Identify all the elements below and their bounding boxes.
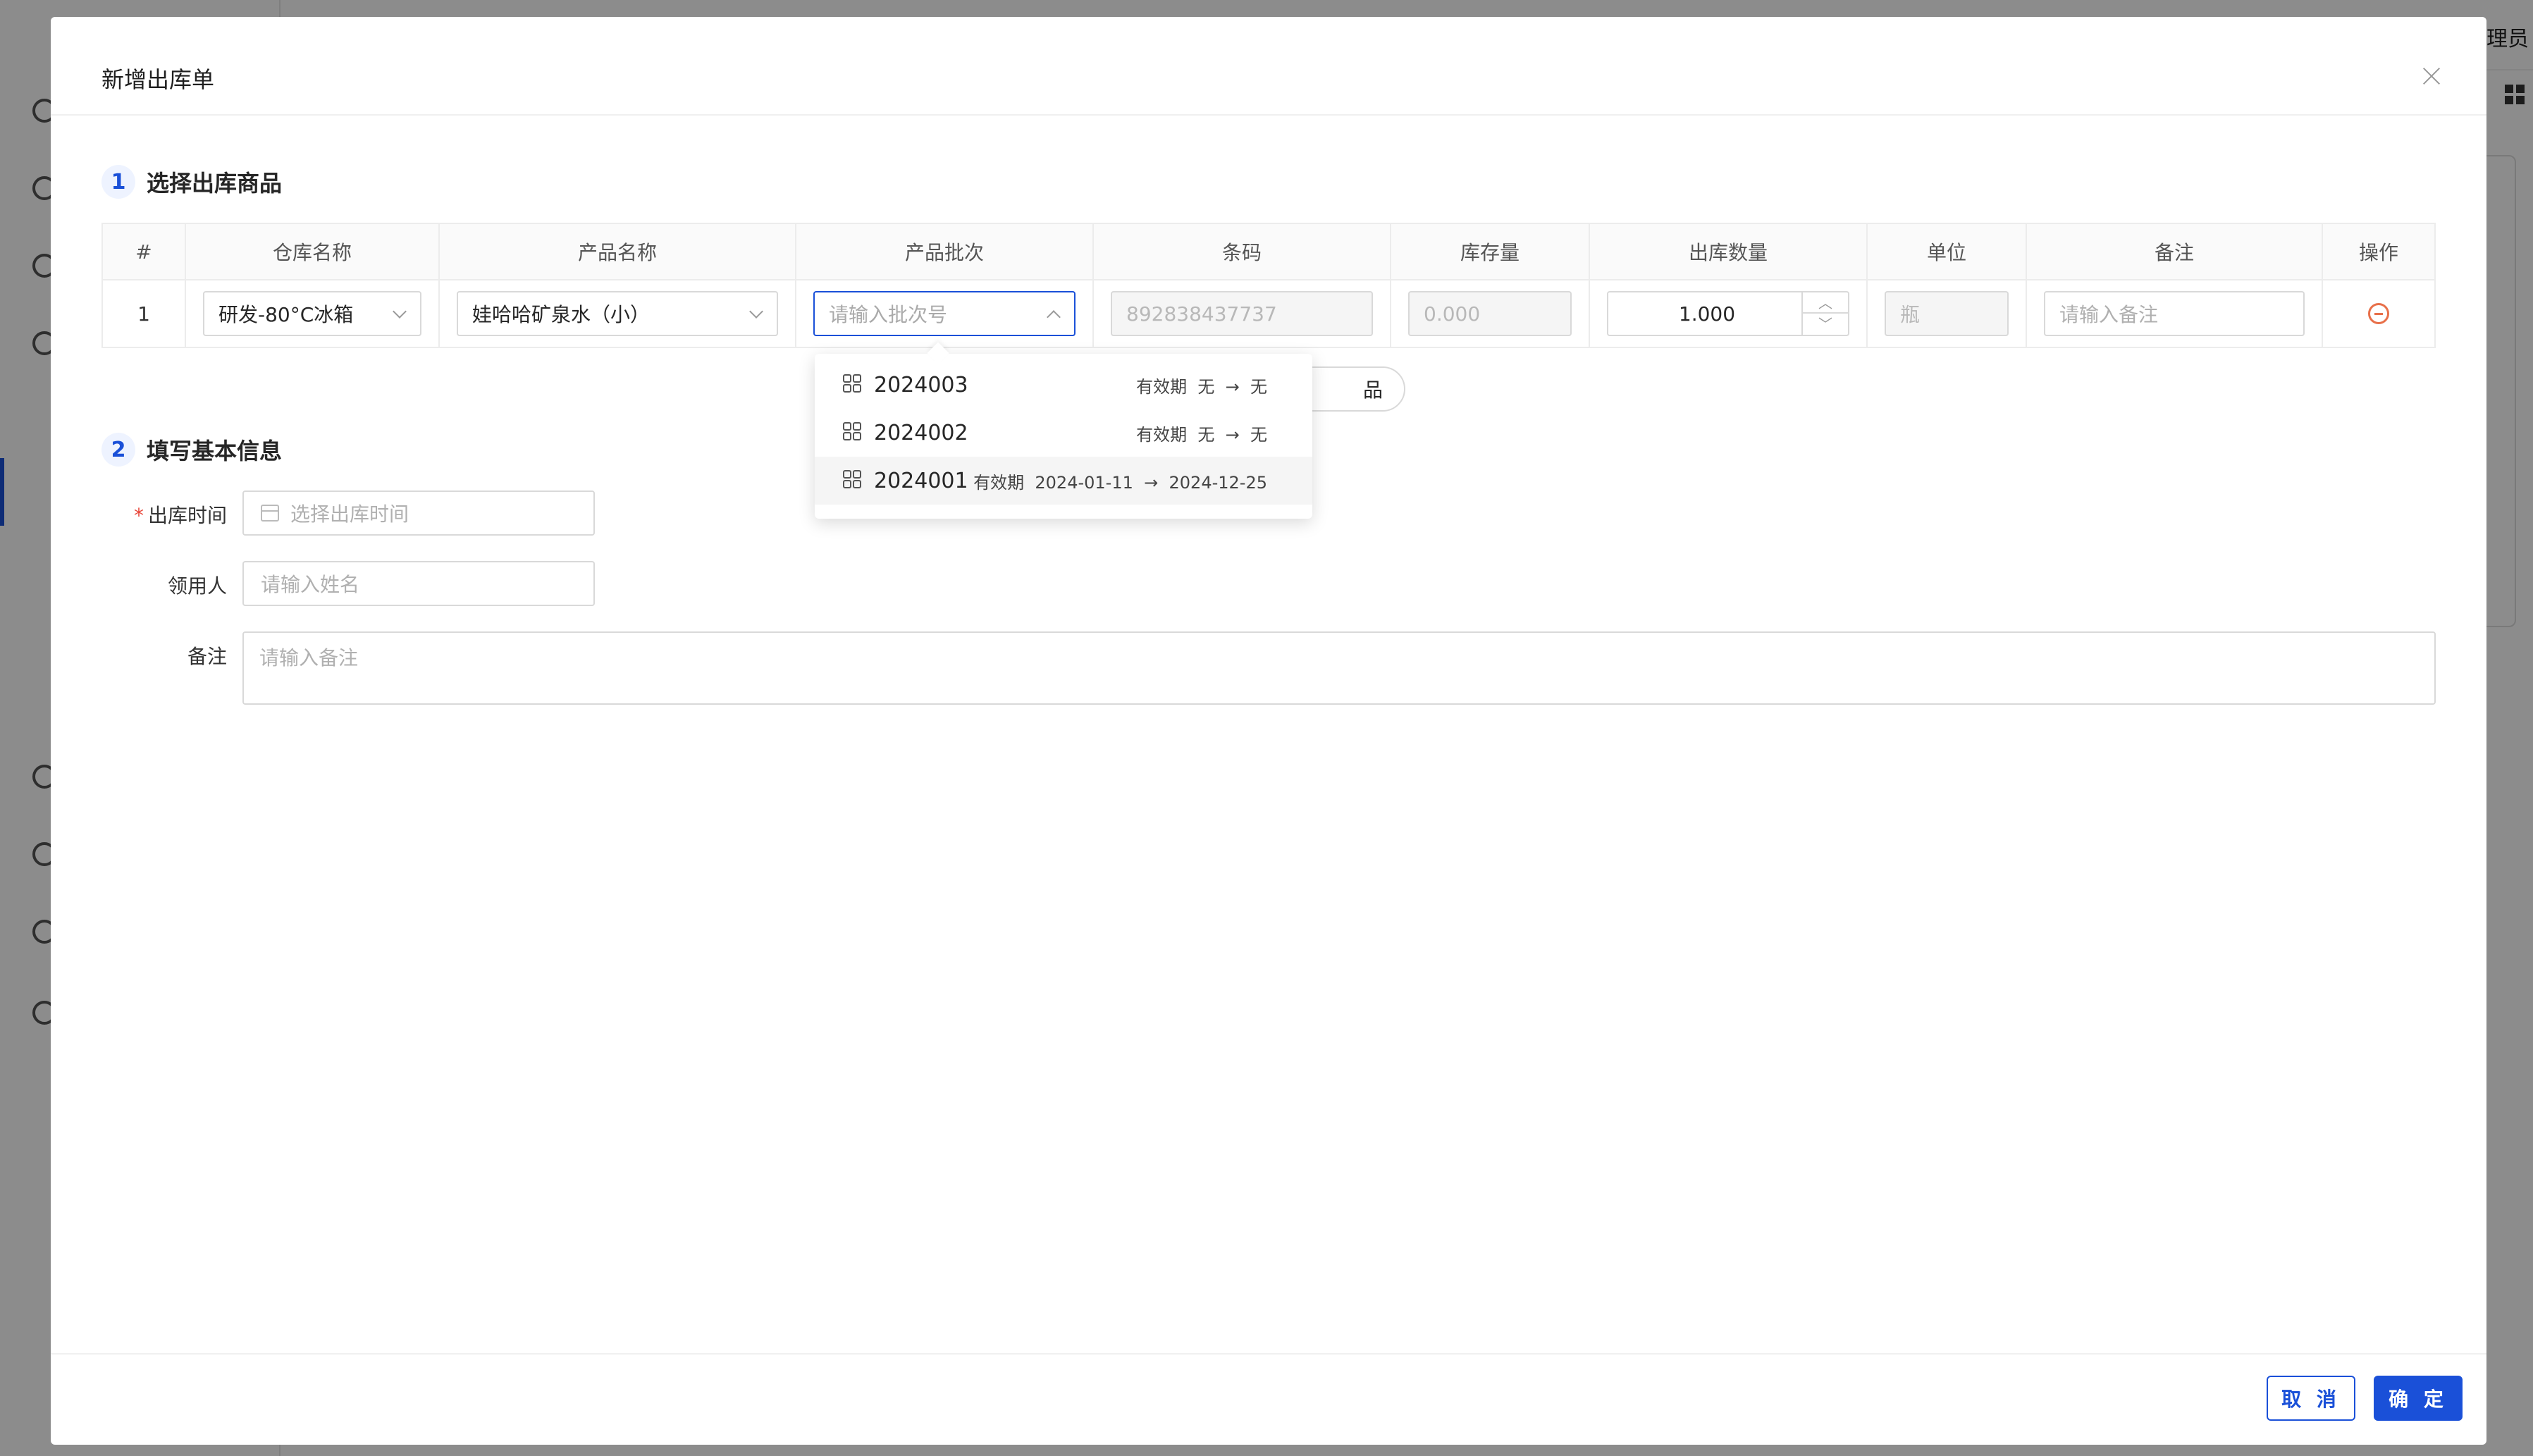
- remark-textarea[interactable]: 请输入备注: [242, 631, 2436, 705]
- batch-expiry: 有效期 无 → 无: [1136, 376, 1267, 397]
- warehouse-select[interactable]: 研发-80°C冰箱: [203, 291, 421, 336]
- remove-row-icon[interactable]: [2368, 303, 2389, 324]
- header-index: #: [101, 223, 186, 280]
- barcode-cell: 892838437737: [1092, 279, 1391, 348]
- unit-field: 瓶: [1885, 291, 2009, 336]
- warehouse-cell: 研发-80°C冰箱: [185, 279, 440, 348]
- receiver-input[interactable]: 请输入姓名: [242, 561, 595, 606]
- table-header-row: # 仓库名称 产品名称 产品批次 条码 库存量 出库数量 单位 备注 操作: [101, 223, 2436, 280]
- batch-dropdown: 2024003 有效期 无 → 无 2024002 有效期 无 → 无 2024…: [815, 354, 1312, 519]
- batch-icon: [843, 470, 864, 491]
- batch-code: 2024002: [874, 420, 968, 445]
- create-outbound-modal: 新增出库单 1 选择出库商品 # 仓库名称 产品名称 产品批次 条码 库存量 出…: [51, 17, 2486, 1445]
- header-batch: 产品批次: [795, 223, 1094, 280]
- step-1-title: 选择出库商品: [147, 170, 283, 197]
- chevron-down-icon: [393, 304, 407, 319]
- unit-cell: 瓶: [1866, 279, 2027, 348]
- warehouse-value: 研发-80°C冰箱: [218, 303, 354, 326]
- step-1: 1 选择出库商品: [101, 165, 282, 199]
- batch-expiry: 有效期 2024-01-11 → 2024-12-25: [973, 472, 1267, 493]
- increment-icon[interactable]: ︿: [1803, 292, 1848, 314]
- product-select[interactable]: 娃哈哈矿泉水（小）: [457, 291, 778, 336]
- confirm-button[interactable]: 确 定: [2374, 1376, 2463, 1421]
- header-barcode: 条码: [1092, 223, 1391, 280]
- barcode-field: 892838437737: [1111, 291, 1373, 336]
- batch-option-2024003[interactable]: 2024003 有效期 无 → 无: [815, 361, 1312, 409]
- modal-title: 新增出库单: [101, 66, 215, 93]
- receiver-label: 领用人: [167, 574, 227, 598]
- header-stock: 库存量: [1390, 223, 1590, 280]
- quantity-cell: 1.000 ︿ ﹀: [1589, 279, 1868, 348]
- step-2: 2 填写基本信息: [101, 433, 282, 467]
- stock-field: 0.000: [1408, 291, 1572, 336]
- step-2-number: 2: [101, 433, 135, 467]
- batch-icon: [843, 374, 864, 395]
- stock-cell: 0.000: [1390, 279, 1590, 348]
- products-table: # 仓库名称 产品名称 产品批次 条码 库存量 出库数量 单位 备注 操作 1 …: [101, 223, 2436, 348]
- batch-code: 2024003: [874, 372, 968, 397]
- header-action: 操作: [2322, 223, 2436, 280]
- batch-icon: [843, 422, 864, 443]
- step-1-number: 1: [101, 165, 135, 199]
- header-product: 产品名称: [438, 223, 796, 280]
- batch-option-2024001[interactable]: 2024001 有效期 2024-01-11 → 2024-12-25: [815, 457, 1312, 505]
- close-icon[interactable]: [2422, 66, 2441, 86]
- product-cell: 娃哈哈矿泉水（小）: [438, 279, 796, 348]
- remark-cell: 请输入备注: [2026, 279, 2323, 348]
- stepper-buttons: ︿ ﹀: [1801, 292, 1848, 335]
- modal-header: 新增出库单: [51, 17, 2486, 116]
- header-quantity: 出库数量: [1589, 223, 1868, 280]
- batch-placeholder: 请输入批次号: [829, 303, 948, 326]
- header-warehouse: 仓库名称: [185, 223, 440, 280]
- header-remark: 备注: [2026, 223, 2323, 280]
- out-time-label: * 出库时间: [133, 504, 227, 527]
- action-cell: [2322, 279, 2436, 348]
- cancel-button[interactable]: 取 消: [2267, 1376, 2355, 1421]
- batch-cell: 请输入批次号: [795, 279, 1094, 348]
- table-row: 1 研发-80°C冰箱 娃哈哈矿泉水（小） 请输入批次号 89283843773…: [101, 279, 2436, 348]
- batch-expiry: 有效期 无 → 无: [1136, 424, 1267, 445]
- header-unit: 单位: [1866, 223, 2027, 280]
- step-2-title: 填写基本信息: [147, 438, 283, 464]
- out-time-picker[interactable]: 选择出库时间: [242, 491, 595, 536]
- out-time-placeholder: 选择出库时间: [290, 502, 409, 526]
- row-index: 1: [101, 279, 186, 348]
- modal-footer: 取 消 确 定: [51, 1353, 2486, 1445]
- batch-select[interactable]: 请输入批次号: [813, 291, 1076, 336]
- decrement-icon[interactable]: ﹀: [1803, 314, 1848, 335]
- row-remark-input[interactable]: 请输入备注: [2044, 291, 2305, 336]
- chevron-up-icon: [1047, 310, 1061, 324]
- calendar-icon: [261, 505, 279, 522]
- product-value: 娃哈哈矿泉水（小）: [472, 303, 651, 326]
- quantity-stepper[interactable]: 1.000 ︿ ﹀: [1607, 291, 1849, 336]
- chevron-down-icon: [749, 304, 763, 319]
- batch-option-2024002[interactable]: 2024002 有效期 无 → 无: [815, 409, 1312, 457]
- batch-code: 2024001: [874, 468, 968, 493]
- remark-label: 备注: [187, 645, 227, 668]
